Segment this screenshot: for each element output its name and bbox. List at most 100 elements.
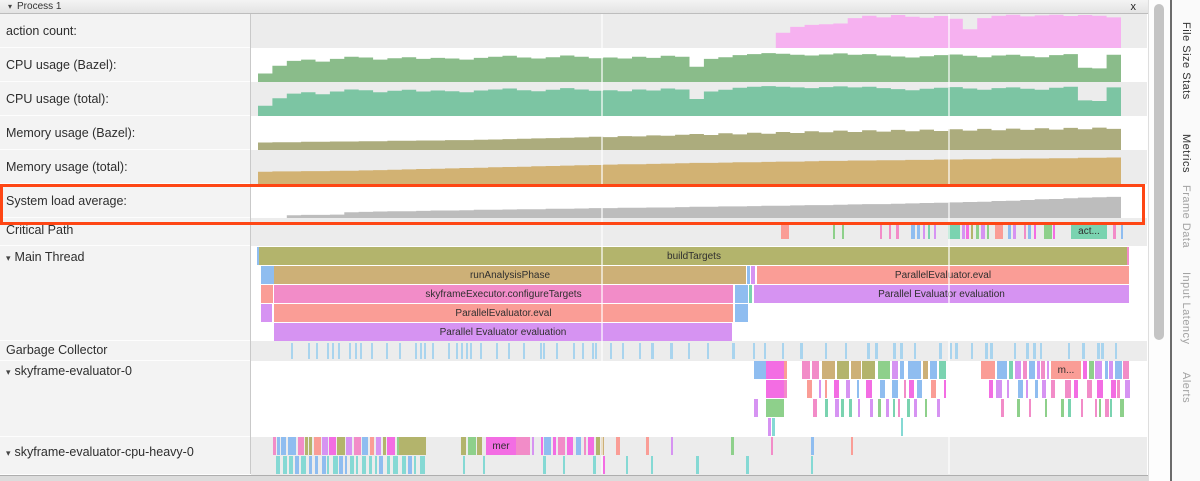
trace-slice[interactable] (393, 456, 398, 474)
trace-slice[interactable] (432, 343, 434, 359)
trace-slice[interactable] (420, 343, 422, 359)
trace-slice[interactable] (1023, 361, 1027, 379)
trace-slice[interactable] (1034, 224, 1036, 239)
trace-slice[interactable] (917, 224, 920, 239)
trace-slice[interactable] (880, 380, 885, 398)
trace-slice[interactable] (1074, 380, 1078, 398)
tab-frame-data[interactable]: Frame Data (1180, 185, 1192, 248)
trace-slice[interactable] (955, 343, 958, 359)
trace-slice[interactable] (841, 399, 844, 417)
trace-slice[interactable] (764, 343, 766, 359)
trace-slice[interactable] (567, 437, 573, 455)
trace-slice[interactable] (766, 380, 784, 398)
trace-slice[interactable] (971, 224, 973, 239)
trace-slice[interactable] (1026, 343, 1029, 359)
trace-slice[interactable] (731, 437, 734, 455)
trace-slice[interactable] (329, 437, 336, 455)
trace-slice[interactable] (327, 456, 329, 474)
trace-slice[interactable] (1065, 380, 1070, 398)
tab-file-size-stats[interactable]: File Size Stats (1180, 22, 1192, 100)
trace-slice[interactable] (997, 361, 1007, 379)
trace-slice[interactable] (1042, 380, 1047, 398)
trace-slice[interactable] (1099, 399, 1102, 417)
trace-slice[interactable] (976, 224, 979, 239)
trace-slice[interactable] (857, 380, 859, 398)
trace-slice[interactable] (846, 380, 850, 398)
trace-slice[interactable] (845, 343, 847, 359)
trace-slice[interactable] (387, 437, 395, 455)
mem-bazel-track[interactable] (251, 116, 1147, 150)
trace-slice[interactable] (807, 380, 812, 398)
trace-slice[interactable] (327, 343, 329, 359)
trace-slice[interactable] (346, 437, 352, 455)
trace-slice[interactable] (573, 343, 575, 359)
trace-slice[interactable] (1105, 361, 1108, 379)
trace-slice[interactable] (349, 343, 351, 359)
trace-slice[interactable] (1081, 399, 1083, 417)
trace-slice[interactable] (651, 456, 653, 474)
trace-slice[interactable] (291, 343, 293, 359)
trace-slice[interactable] (289, 456, 293, 474)
trace-slice[interactable] (754, 399, 758, 417)
trace-slice[interactable] (962, 224, 965, 239)
trace-slice[interactable] (825, 399, 828, 417)
trace-slice[interactable] (556, 343, 558, 359)
trace-slice[interactable] (735, 285, 748, 303)
trace-slice[interactable] (468, 437, 476, 455)
trace-slice[interactable] (283, 456, 287, 474)
trace-slice[interactable] (867, 343, 870, 359)
trace-slice[interactable] (1127, 247, 1129, 265)
trace-slice[interactable] (622, 343, 624, 359)
trace-slice[interactable] (825, 343, 828, 359)
trace-slice[interactable] (971, 343, 974, 359)
trace-slice-labeled[interactable]: ParallelEvaluator.eval (757, 266, 1129, 284)
trace-slice[interactable] (1123, 361, 1129, 379)
trace-slice[interactable] (420, 456, 425, 474)
trace-slice[interactable] (626, 456, 628, 474)
trace-slice[interactable] (298, 437, 304, 455)
trace-slice-labeled[interactable]: m... (1051, 361, 1081, 379)
trace-slice[interactable] (819, 380, 821, 398)
trace-slice[interactable] (1015, 361, 1021, 379)
trace-slice[interactable] (772, 418, 775, 436)
trace-slice[interactable] (875, 343, 878, 359)
trace-slice[interactable] (596, 437, 600, 455)
trace-slice[interactable] (383, 437, 386, 455)
trace-slice[interactable] (1035, 380, 1038, 398)
trace-slice[interactable] (948, 224, 960, 239)
trace-slice[interactable] (822, 361, 835, 379)
trace-slice[interactable] (771, 437, 773, 455)
trace-slice[interactable] (835, 399, 839, 417)
mem-total-track[interactable] (251, 150, 1147, 184)
trace-slice[interactable] (399, 437, 426, 455)
trace-slice-labeled[interactable]: Parallel Evaluator evaluation (274, 323, 732, 341)
trace-slice-labeled[interactable]: act... (1071, 224, 1107, 239)
trace-slice[interactable] (646, 437, 649, 455)
trace-slice[interactable] (754, 361, 766, 379)
trace-slice[interactable] (670, 343, 673, 359)
trace-slice[interactable] (301, 456, 305, 474)
trace-slice[interactable] (966, 224, 969, 239)
trace-slice[interactable] (1013, 224, 1016, 239)
trace-slice-labeled[interactable]: Parallel Evaluator evaluation (754, 285, 1129, 303)
trace-slice[interactable] (1053, 224, 1055, 239)
trace-slice[interactable] (592, 343, 594, 359)
trace-slice[interactable] (908, 361, 921, 379)
trace-slice[interactable] (516, 437, 530, 455)
trace-slice[interactable] (898, 399, 900, 417)
trace-slice[interactable] (261, 285, 273, 303)
trace-slice[interactable] (1040, 343, 1042, 359)
trace-slice[interactable] (784, 361, 787, 379)
trace-slice[interactable] (834, 380, 839, 398)
trace-slice[interactable] (281, 437, 286, 455)
trace-slice[interactable] (802, 361, 810, 379)
trace-slice[interactable] (362, 456, 366, 474)
trace-slice[interactable] (1087, 380, 1092, 398)
trace-slice[interactable] (732, 343, 734, 359)
trace-slice[interactable] (376, 437, 381, 455)
trace-slice[interactable] (379, 456, 384, 474)
collapse-triangle-icon[interactable]: ▾ (6, 253, 11, 263)
trace-slice[interactable] (746, 456, 749, 474)
trace-slice[interactable] (1068, 343, 1071, 359)
trace-slice[interactable] (892, 380, 898, 398)
